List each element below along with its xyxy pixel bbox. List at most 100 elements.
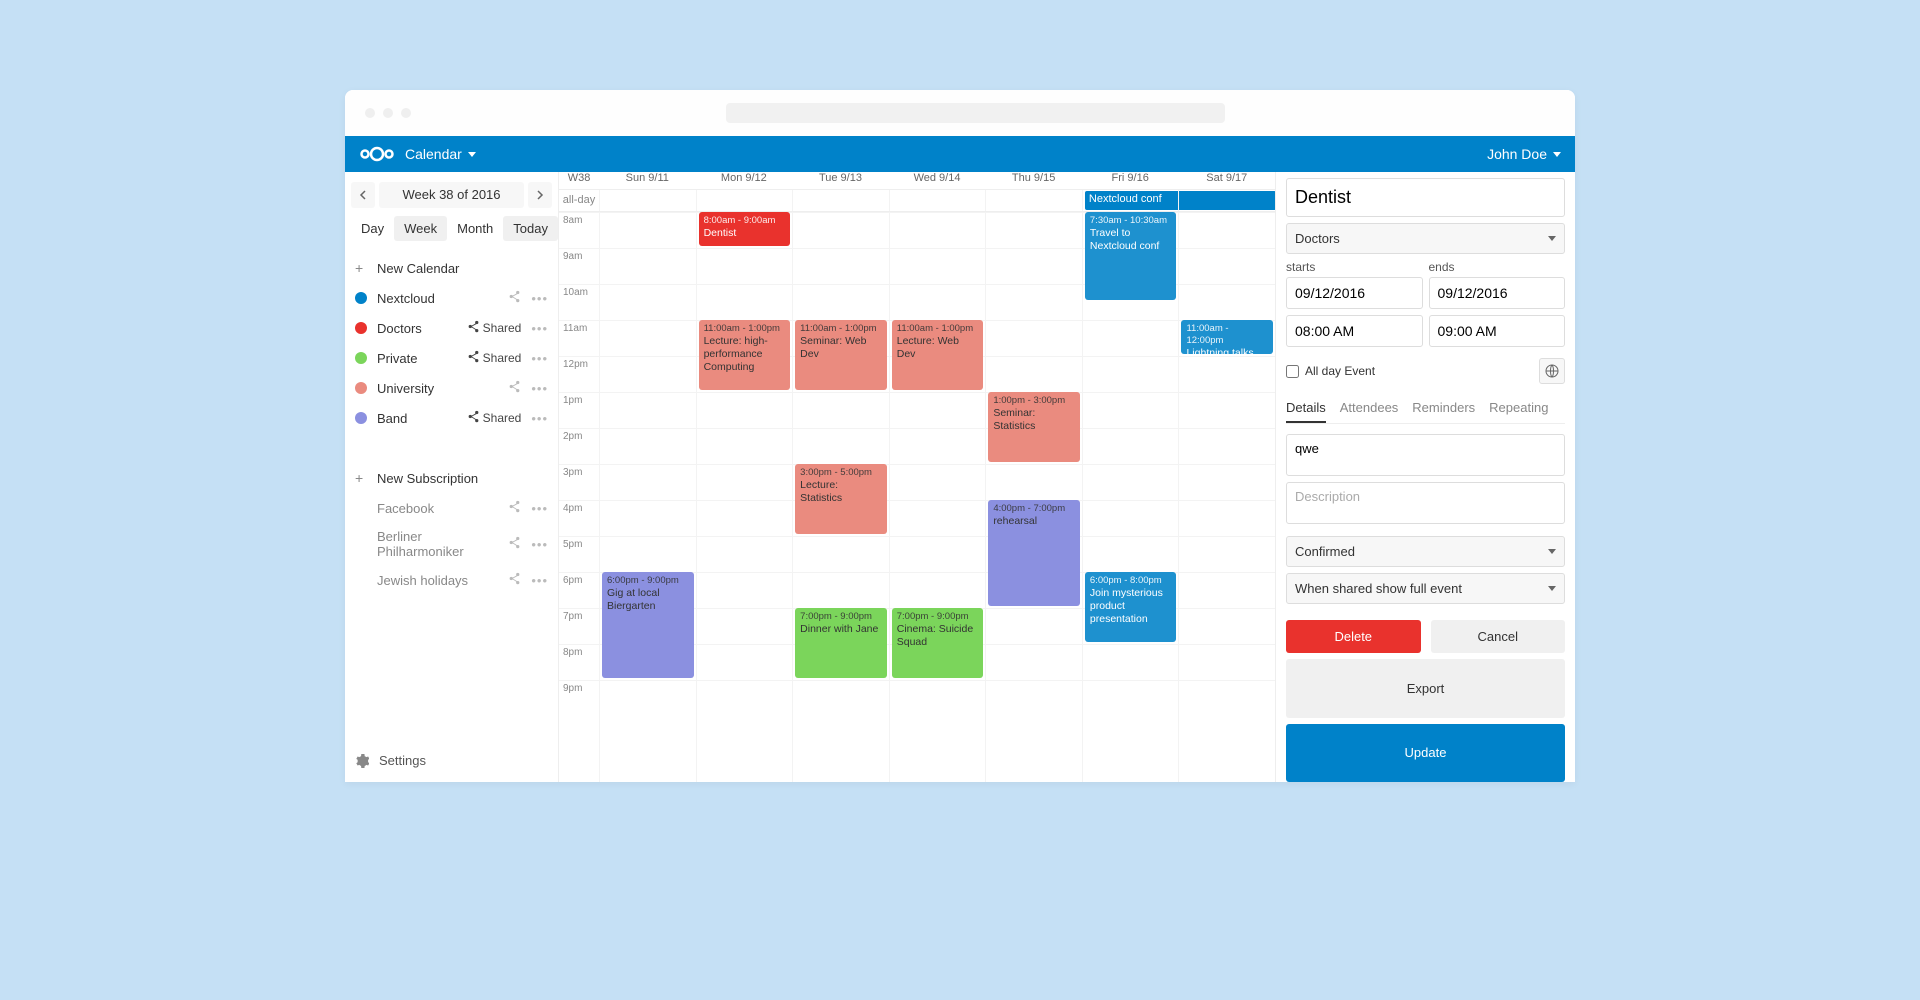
subscription-item[interactable]: Berliner Philharmoniker ••• bbox=[345, 523, 558, 565]
day-column[interactable]: 1:00pm - 3:00pmSeminar: Statistics 4:00pm… bbox=[985, 212, 1082, 782]
end-date-input[interactable] bbox=[1429, 277, 1566, 309]
allday-row: all-day Nextcloud conf bbox=[559, 190, 1275, 212]
day-column[interactable]: 11:00am - 1:00pmLecture: Web Dev 7:00pm -… bbox=[889, 212, 986, 782]
view-day-button[interactable]: Day bbox=[351, 216, 394, 241]
cancel-button[interactable]: Cancel bbox=[1431, 620, 1566, 653]
event-time: 7:30am - 10:30am bbox=[1090, 215, 1172, 227]
event-detail-panel: Doctors starts ends All day Event bbox=[1275, 172, 1575, 782]
allday-cell[interactable] bbox=[792, 190, 889, 211]
menu-icon[interactable]: ••• bbox=[531, 351, 548, 366]
day-column[interactable]: 11:00am - 1:00pmSeminar: Web Dev 3:00pm -… bbox=[792, 212, 889, 782]
event-title: rehearsal bbox=[993, 515, 1037, 527]
tab-attendees[interactable]: Attendees bbox=[1340, 394, 1399, 423]
calendar-event[interactable]: 4:00pm - 7:00pmrehearsal bbox=[988, 500, 1080, 606]
calendar-event[interactable]: 7:30am - 10:30amTravel to Nextcloud conf bbox=[1085, 212, 1177, 300]
tab-details[interactable]: Details bbox=[1286, 394, 1326, 423]
calendar-event[interactable]: 6:00pm - 8:00pmJoin mysterious product p… bbox=[1085, 572, 1177, 642]
event-title-input[interactable] bbox=[1286, 178, 1565, 217]
subscription-item[interactable]: Jewish holidays ••• bbox=[345, 565, 558, 595]
start-time-input[interactable] bbox=[1286, 315, 1423, 347]
description-input[interactable] bbox=[1286, 482, 1565, 524]
visibility-select[interactable]: When shared show full event bbox=[1286, 573, 1565, 604]
menu-icon[interactable]: ••• bbox=[531, 573, 548, 588]
today-button[interactable]: Today bbox=[503, 216, 558, 241]
subscription-item[interactable]: Facebook••• bbox=[345, 493, 558, 523]
calendar-event[interactable]: 7:00pm - 9:00pmCinema: Suicide Squad bbox=[892, 608, 984, 678]
allday-cell[interactable] bbox=[889, 190, 986, 211]
share-icon[interactable] bbox=[508, 500, 521, 516]
user-name: John Doe bbox=[1487, 146, 1547, 162]
allday-cell[interactable]: Nextcloud conf bbox=[1082, 190, 1179, 211]
status-select[interactable]: Confirmed bbox=[1286, 536, 1565, 567]
event-calendar-select[interactable]: Doctors bbox=[1286, 223, 1565, 254]
day-column[interactable]: 7:30am - 10:30amTravel to Nextcloud conf… bbox=[1082, 212, 1179, 782]
app-title-dropdown[interactable]: Calendar bbox=[405, 146, 476, 162]
allday-cell[interactable] bbox=[985, 190, 1082, 211]
caret-down-icon bbox=[1553, 152, 1561, 157]
time-label: 2pm bbox=[559, 428, 599, 464]
nextcloud-logo-icon[interactable] bbox=[359, 145, 395, 163]
settings-button[interactable]: Settings bbox=[345, 745, 558, 776]
end-time-input[interactable] bbox=[1429, 315, 1566, 347]
share-icon[interactable] bbox=[508, 290, 521, 306]
next-week-button[interactable] bbox=[528, 182, 552, 208]
day-column[interactable]: 11:00am - 12:00pmLightning talks bbox=[1178, 212, 1275, 782]
allday-cell[interactable] bbox=[599, 190, 696, 211]
new-calendar-button[interactable]: + New Calendar bbox=[345, 253, 558, 283]
view-month-button[interactable]: Month bbox=[447, 216, 503, 241]
menu-icon[interactable]: ••• bbox=[531, 501, 548, 516]
calendar-event[interactable]: 1:00pm - 3:00pmSeminar: Statistics bbox=[988, 392, 1080, 462]
menu-icon[interactable]: ••• bbox=[531, 291, 548, 306]
calendar-item[interactable]: PrivateShared••• bbox=[345, 343, 558, 373]
update-button[interactable]: Update bbox=[1286, 724, 1565, 783]
calendar-event[interactable]: 11:00am - 12:00pmLightning talks bbox=[1181, 320, 1273, 354]
plus-icon: + bbox=[355, 260, 367, 276]
export-button[interactable]: Export bbox=[1286, 659, 1565, 718]
calendar-color-icon bbox=[355, 412, 367, 424]
timezone-button[interactable] bbox=[1539, 358, 1565, 384]
share-icon[interactable] bbox=[508, 380, 521, 396]
menu-icon[interactable]: ••• bbox=[531, 321, 548, 336]
calendar-item[interactable]: University••• bbox=[345, 373, 558, 403]
menu-icon[interactable]: ••• bbox=[531, 381, 548, 396]
new-subscription-button[interactable]: + New Subscription bbox=[345, 463, 558, 493]
calendar-event[interactable]: 11:00am - 1:00pmSeminar: Web Dev bbox=[795, 320, 887, 390]
event-title: Dentist bbox=[704, 227, 737, 239]
calendar-event[interactable]: 6:00pm - 9:00pmGig at local Biergarten bbox=[602, 572, 694, 678]
time-label: 9pm bbox=[559, 680, 599, 716]
calendar-item[interactable]: BandShared••• bbox=[345, 403, 558, 433]
day-column[interactable]: 8:00am - 9:00amDentist 11:00am - 1:00pmLe… bbox=[696, 212, 793, 782]
delete-button[interactable]: Delete bbox=[1286, 620, 1421, 653]
day-columns[interactable]: 6:00pm - 9:00pmGig at local Biergarten8:… bbox=[599, 212, 1275, 782]
start-date-input[interactable] bbox=[1286, 277, 1423, 309]
calendar-item[interactable]: DoctorsShared••• bbox=[345, 313, 558, 343]
calendar-event[interactable]: 3:00pm - 5:00pmLecture: Statistics bbox=[795, 464, 887, 534]
calendar-event[interactable]: 7:00pm - 9:00pmDinner with Jane bbox=[795, 608, 887, 678]
event-time: 1:00pm - 3:00pm bbox=[993, 395, 1075, 407]
calendar-event[interactable]: 11:00am - 1:00pmLecture: Web Dev bbox=[892, 320, 984, 390]
allday-cell[interactable] bbox=[1178, 190, 1275, 211]
day-column[interactable]: 6:00pm - 9:00pmGig at local Biergarten bbox=[599, 212, 696, 782]
gear-icon bbox=[355, 754, 369, 768]
calendar-event[interactable]: 8:00am - 9:00amDentist bbox=[699, 212, 791, 246]
calendar-event[interactable]: 11:00am - 1:00pmLecture: high-performanc… bbox=[699, 320, 791, 390]
calendar-item[interactable]: Nextcloud••• bbox=[345, 283, 558, 313]
user-menu[interactable]: John Doe bbox=[1487, 146, 1561, 162]
event-title: Dinner with Jane bbox=[800, 623, 878, 635]
tab-repeating[interactable]: Repeating bbox=[1489, 394, 1548, 423]
location-input[interactable] bbox=[1286, 434, 1565, 476]
event-time: 8:00am - 9:00am bbox=[704, 215, 786, 227]
tab-reminders[interactable]: Reminders bbox=[1412, 394, 1475, 423]
time-label: 5pm bbox=[559, 536, 599, 572]
share-icon[interactable] bbox=[508, 536, 521, 552]
menu-icon[interactable]: ••• bbox=[531, 411, 548, 426]
subscription-name: Berliner Philharmoniker bbox=[377, 529, 498, 559]
menu-icon[interactable]: ••• bbox=[531, 537, 548, 552]
allday-checkbox[interactable] bbox=[1286, 365, 1299, 378]
url-bar[interactable] bbox=[726, 103, 1225, 123]
view-week-button[interactable]: Week bbox=[394, 216, 447, 241]
subscription-name: Jewish holidays bbox=[377, 573, 498, 588]
allday-cell[interactable] bbox=[696, 190, 793, 211]
prev-week-button[interactable] bbox=[351, 182, 375, 208]
share-icon[interactable] bbox=[508, 572, 521, 588]
